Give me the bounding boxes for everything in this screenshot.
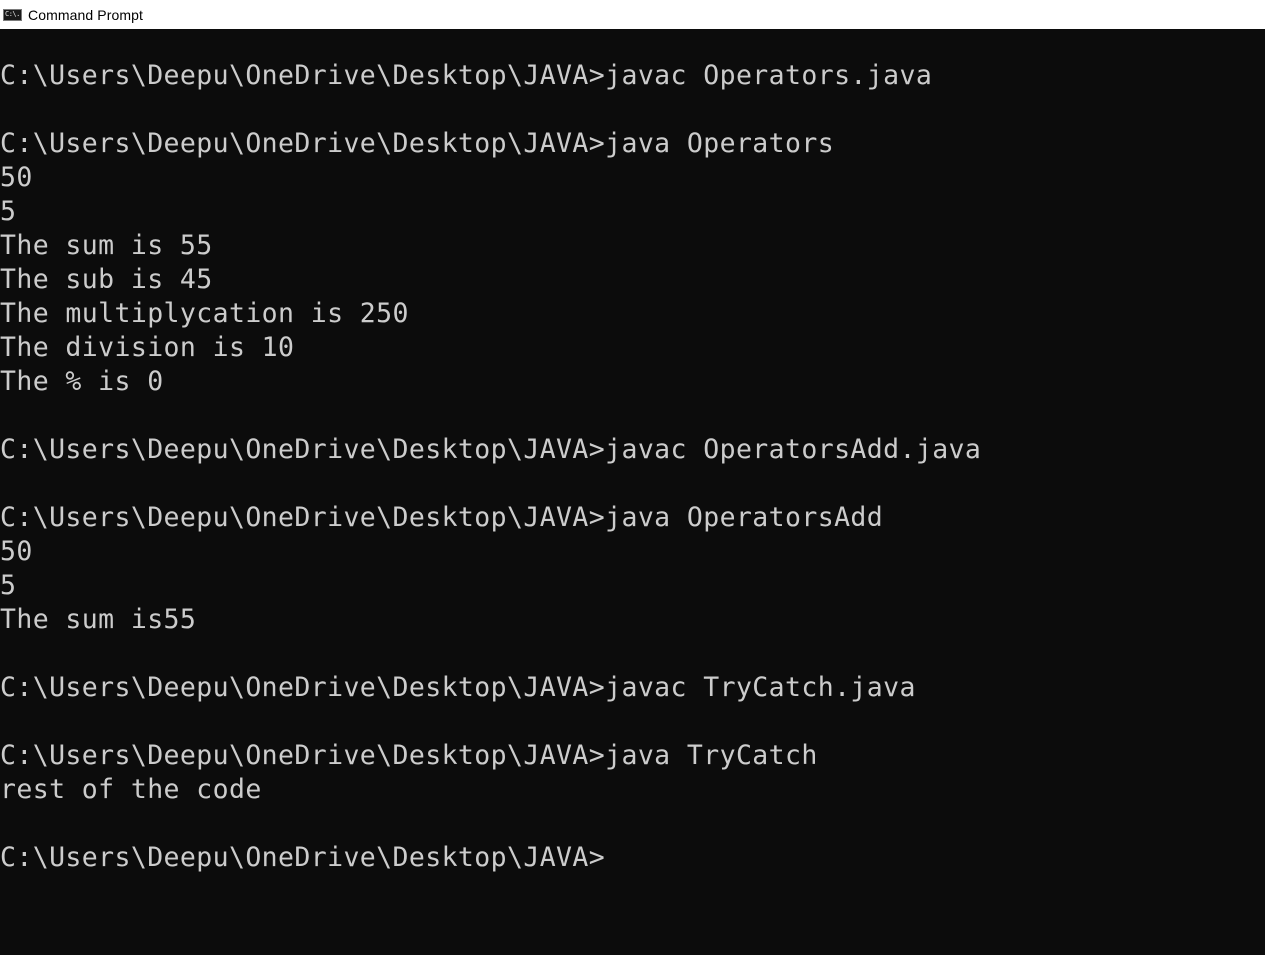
console-line: 5: [0, 570, 17, 601]
console-line: 50: [0, 536, 33, 567]
console-line: 50: [0, 162, 33, 193]
console-line: C:\Users\Deepu\OneDrive\Desktop\JAVA>jav…: [0, 60, 933, 91]
console-output[interactable]: C:\Users\Deepu\OneDrive\Desktop\JAVA>jav…: [0, 29, 1265, 955]
cmd-icon[interactable]: C:\.: [3, 8, 22, 21]
console-line: C:\Users\Deepu\OneDrive\Desktop\JAVA>jav…: [0, 502, 884, 533]
console-line: 5: [0, 196, 17, 227]
console-line: The sum is55: [0, 604, 197, 635]
console-line: The sum is 55: [0, 230, 213, 261]
window-title: Command Prompt: [28, 6, 143, 23]
console-line: The division is 10: [0, 332, 295, 363]
console-line: C:\Users\Deepu\OneDrive\Desktop\JAVA>jav…: [0, 740, 818, 771]
command-prompt-window: C:\. Command Prompt C:\Users\Deepu\OneDr…: [0, 0, 1265, 955]
console-prompt-line[interactable]: C:\Users\Deepu\OneDrive\Desktop\JAVA>: [0, 841, 1265, 875]
console-line: rest of the code: [0, 774, 262, 805]
console-line: C:\Users\Deepu\OneDrive\Desktop\JAVA>jav…: [0, 434, 982, 465]
console-line: C:\Users\Deepu\OneDrive\Desktop\JAVA>jav…: [0, 128, 835, 159]
console-line: The sub is 45: [0, 264, 213, 295]
console-line: C:\Users\Deepu\OneDrive\Desktop\JAVA>jav…: [0, 672, 916, 703]
console-line: The % is 0: [0, 366, 164, 397]
console-line: The multiplycation is 250: [0, 298, 409, 329]
cmd-icon-glyph: C:\.: [5, 10, 20, 18]
title-bar[interactable]: C:\. Command Prompt: [0, 0, 1265, 29]
